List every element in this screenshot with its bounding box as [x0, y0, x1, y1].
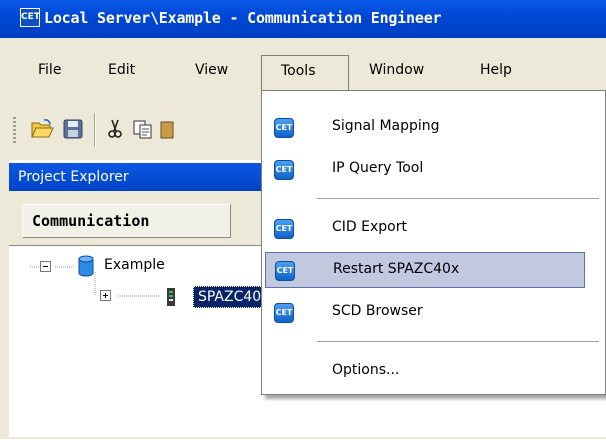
menu-tools[interactable]: Tools	[261, 55, 349, 91]
menu-item-label: IP Query Tool	[332, 160, 424, 176]
tab-communication[interactable]: Communication	[22, 204, 231, 238]
menu-item-cid-export[interactable]: CET CID Export	[262, 211, 605, 247]
menu-item-label: SCD Browser	[332, 303, 423, 319]
cet-icon: CET	[275, 261, 295, 281]
cet-icon: CET	[274, 160, 294, 180]
menu-edit[interactable]: Edit	[108, 62, 135, 78]
database-icon	[77, 255, 95, 277]
window-left-edge	[0, 38, 9, 439]
tree-node-example[interactable]: Example	[104, 257, 165, 273]
menu-item-label: CID Export	[332, 219, 407, 235]
expand-icon[interactable]	[100, 290, 111, 301]
window-title: Local Server\Example - Communication Eng…	[44, 9, 442, 27]
window-title-bar: CET Local Server\Example - Communication…	[0, 0, 606, 38]
app-icon: CET	[20, 8, 40, 27]
menu-window[interactable]: Window	[369, 62, 424, 78]
menu-item-label: Restart SPAZC40x	[333, 261, 460, 277]
menu-view[interactable]: View	[195, 62, 228, 78]
save-icon[interactable]	[61, 118, 85, 140]
cet-icon: CET	[274, 118, 294, 138]
toolbar-grip[interactable]	[13, 117, 16, 145]
collapse-icon[interactable]	[40, 261, 51, 272]
menu-item-ip-query-tool[interactable]: CET IP Query Tool	[262, 152, 605, 188]
menu-separator	[317, 341, 599, 343]
menu-item-label: Signal Mapping	[332, 118, 440, 134]
menu-item-options[interactable]: Options...	[262, 354, 605, 390]
project-explorer-title: Project Explorer	[18, 169, 129, 185]
tab-communication-label: Communication	[32, 212, 150, 230]
menu-help[interactable]: Help	[480, 62, 512, 78]
open-folder-icon[interactable]	[30, 118, 54, 140]
tools-dropdown-menu: CET Signal Mapping CET IP Query Tool CET…	[261, 90, 606, 395]
menu-separator	[317, 198, 599, 200]
cet-icon: CET	[274, 219, 294, 239]
menu-item-scd-browser[interactable]: CET SCD Browser	[262, 295, 605, 331]
paste-icon[interactable]	[158, 118, 182, 140]
copy-icon[interactable]	[131, 118, 155, 140]
menu-file[interactable]: File	[38, 62, 61, 78]
device-icon	[165, 286, 177, 308]
menu-item-restart-spazc40x[interactable]: CET Restart SPAZC40x	[265, 252, 585, 288]
menu-tools-label: Tools	[281, 63, 316, 79]
cet-icon: CET	[274, 303, 294, 323]
cut-icon[interactable]	[103, 118, 127, 140]
toolbar-separator	[94, 113, 96, 147]
menu-item-label: Options...	[332, 362, 400, 378]
menu-item-signal-mapping[interactable]: CET Signal Mapping	[262, 110, 605, 146]
